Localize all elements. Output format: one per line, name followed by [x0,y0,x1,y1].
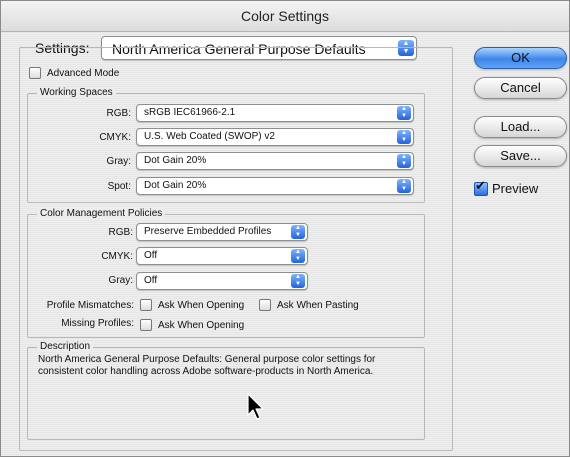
popup-arrows-icon: ▲ ▼ [397,179,411,193]
title-bar[interactable]: Color Settings [1,1,569,32]
ws-spot-popup[interactable]: Dot Gain 20% ▲ ▼ [136,177,414,195]
preview-label: Preview [492,181,539,196]
load-button[interactable]: Load... [474,116,567,138]
policy-rgb-label: RGB: [108,227,133,238]
missing-ask-opening-label: Ask When Opening [158,320,245,331]
policy-cmyk-label: CMYK: [101,251,133,262]
color-settings-dialog: Color Settings Settings: North America G… [0,0,570,457]
preview-checkbox[interactable]: ✔ [474,179,488,196]
mismatch-ask-opening-checkbox[interactable] [140,299,152,311]
popup-arrows-icon: ▲ ▼ [397,154,411,168]
description-title: Description [37,341,94,352]
popup-arrows-icon: ▲ ▼ [397,106,411,120]
policy-cmyk-popup[interactable]: Off ▲ ▼ [136,247,308,265]
ws-spot-value: Dot Gain 20% [144,180,207,191]
mismatch-ask-pasting-checkbox[interactable] [259,299,271,311]
policy-gray-value: Off [144,275,158,286]
missing-ask-opening-checkbox[interactable] [140,319,152,331]
mismatch-ask-opening-label: Ask When Opening [158,300,245,311]
description-line-2: consistent color handling across Adobe s… [38,366,374,377]
policy-cmyk-value: Off [144,250,158,261]
window-title: Color Settings [241,8,329,24]
ws-cmyk-label: CMYK: [99,132,131,143]
ws-rgb-popup[interactable]: sRGB IEC61966-2.1 ▲ ▼ [136,104,414,122]
ws-gray-value: Dot Gain 20% [144,155,207,166]
ws-rgb-value: sRGB IEC61966-2.1 [144,107,236,118]
mismatch-ask-pasting-label: Ask When Pasting [277,300,359,311]
mouse-pointer-icon [247,393,264,420]
description-line-1: North America General Purpose Defaults: … [38,354,376,365]
working-spaces-title: Working Spaces [37,87,116,98]
policy-rgb-popup[interactable]: Preserve Embedded Profiles ▲ ▼ [136,223,308,241]
ws-cmyk-value: U.S. Web Coated (SWOP) v2 [144,131,275,142]
popup-arrows-icon: ▲ ▼ [291,225,305,239]
profile-mismatches-label: Profile Mismatches: [46,300,134,311]
ok-button[interactable]: OK [474,47,567,69]
cancel-button[interactable]: Cancel [474,77,567,99]
ws-cmyk-popup[interactable]: U.S. Web Coated (SWOP) v2 ▲ ▼ [136,128,414,146]
policies-title: Color Management Policies [37,208,166,219]
missing-profiles-label: Missing Profiles: [61,318,134,329]
ws-spot-label: Spot: [107,181,131,192]
popup-arrows-icon: ▲ ▼ [397,130,411,144]
save-button[interactable]: Save... [474,145,567,167]
ws-gray-label: Gray: [106,156,131,167]
policy-rgb-value: Preserve Embedded Profiles [144,226,272,237]
policy-gray-popup[interactable]: Off ▲ ▼ [136,272,308,290]
checkmark-icon: ✔ [475,179,486,194]
popup-arrows-icon: ▲ ▼ [291,274,305,288]
ws-gray-popup[interactable]: Dot Gain 20% ▲ ▼ [136,152,414,170]
ws-rgb-label: RGB: [106,108,131,119]
advanced-mode-checkbox[interactable] [29,67,41,79]
policy-gray-label: Gray: [108,275,133,286]
advanced-mode-label: Advanced Mode [47,68,120,79]
popup-arrows-icon: ▲ ▼ [291,249,305,263]
